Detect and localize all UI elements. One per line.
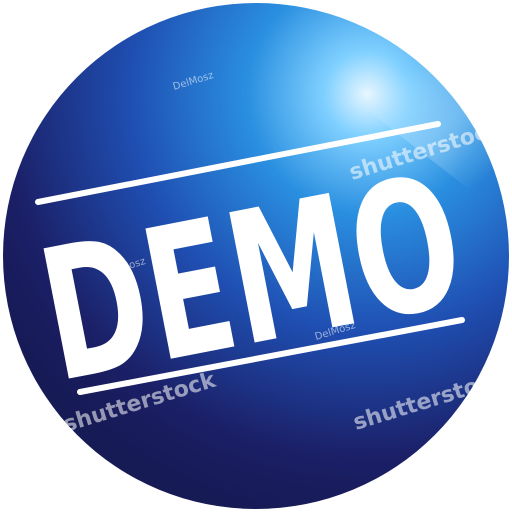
demo-badge-image: DEMO shutterstock shutterstock shutterst… bbox=[0, 0, 512, 512]
demo-badge-svg: DEMO shutterstock shutterstock shutterst… bbox=[3, 3, 510, 509]
